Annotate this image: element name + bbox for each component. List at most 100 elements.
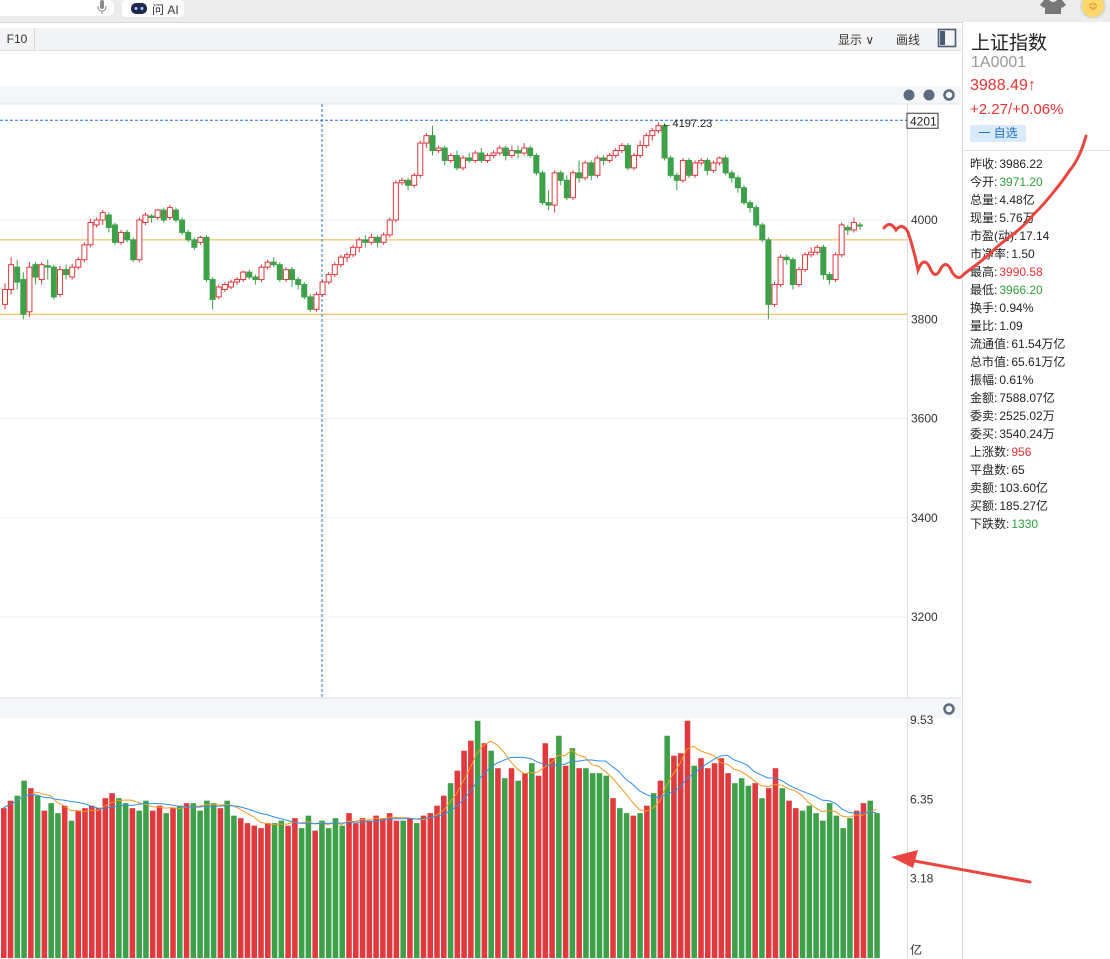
candle-body — [637, 145, 644, 156]
chart-toolbar: F10 显示 ∨ 画线 — [0, 28, 961, 51]
candle-body — [411, 174, 418, 186]
stat-value: 3990.58 — [999, 265, 1043, 279]
search-input[interactable] — [0, 0, 114, 16]
candle-body — [783, 256, 790, 261]
volume-bar — [420, 815, 427, 958]
stat-label: 振幅: — [970, 373, 998, 387]
panel-toggle-icon[interactable] — [937, 28, 957, 51]
volume-bar — [380, 818, 386, 958]
index-name: 上证指数 — [971, 33, 1048, 54]
stat-value: 4.48亿 — [999, 193, 1035, 207]
kline-chart[interactable]: 4000 3800 3600 3400 3200 4201 ←4197.23 9.53 6.35… — [0, 86, 961, 959]
stat-row: 量比: 1.09 — [970, 317, 1023, 334]
stat-row: 流通值: 61.54万亿 — [970, 335, 1065, 352]
candle-body — [844, 226, 851, 231]
volume-bar — [61, 805, 68, 958]
volume-bar — [7, 800, 14, 958]
candle-body — [563, 179, 570, 199]
stat-label: 金额: — [970, 391, 998, 405]
candle-body — [649, 130, 656, 137]
volume-bar — [122, 803, 129, 958]
candle-body — [148, 215, 155, 219]
volume-bar — [589, 773, 596, 958]
microphone-icon[interactable] — [97, 0, 107, 14]
stat-value: 17.14 — [1019, 229, 1050, 243]
candle-body — [515, 150, 521, 154]
stat-label: 上涨数: — [970, 445, 1010, 459]
candle-body — [551, 172, 558, 206]
volume-tick-label: 6.35 — [910, 792, 934, 806]
candle-body — [453, 154, 460, 169]
volume-bar — [366, 820, 373, 958]
volume-bar — [136, 810, 142, 958]
volume-unit-label: 亿 — [910, 942, 922, 957]
stat-row: 卖额: 103.60亿 — [970, 479, 1048, 496]
volume-bar — [671, 755, 677, 958]
candle-body — [301, 284, 308, 298]
candle-body — [698, 159, 705, 164]
candle-body — [710, 162, 717, 171]
candle-body — [240, 271, 247, 281]
volume-bar — [779, 788, 786, 958]
candle-body — [734, 177, 741, 189]
volume-bar — [28, 788, 34, 958]
volume-bar — [806, 805, 813, 958]
stat-value: 0.94% — [999, 301, 1034, 315]
volume-tick-label: 3.18 — [910, 872, 934, 886]
candle-body — [832, 254, 839, 281]
candle-body — [203, 236, 210, 281]
candle-body — [496, 147, 503, 154]
volume-bar — [244, 823, 251, 958]
candle-body — [14, 266, 21, 283]
stat-label: 委买: — [970, 427, 998, 441]
volume-bar — [386, 813, 393, 958]
stat-value: 3986.22 — [999, 157, 1043, 171]
candle-body — [795, 269, 802, 286]
volume-bar — [698, 758, 704, 958]
candle-body — [282, 269, 289, 281]
volume-bar — [116, 798, 122, 958]
candle-body — [93, 219, 100, 226]
volume-bar — [576, 768, 582, 958]
zoom-out-icon[interactable] — [923, 89, 935, 101]
volume-bar — [149, 810, 156, 958]
volume-bar — [623, 813, 630, 958]
stat-row: 总量: 4.48亿 — [970, 191, 1035, 208]
zoom-in-icon[interactable] — [903, 89, 915, 101]
volume-bar — [258, 828, 264, 958]
candle-body — [490, 152, 497, 156]
current-price: 3988.49↑ — [970, 77, 1036, 94]
draw-line-button[interactable]: 画线 — [896, 31, 920, 48]
f10-button[interactable]: F10 — [0, 28, 35, 50]
stat-row: 委卖: 2525.02万 — [970, 407, 1055, 424]
volume-bar — [265, 823, 271, 958]
candle-body — [63, 269, 70, 276]
volume-bar — [759, 798, 765, 958]
candle-body — [576, 172, 583, 179]
candle-body — [362, 239, 369, 243]
volume-bar — [549, 758, 555, 958]
candle-body — [69, 266, 76, 278]
volume-bar — [177, 805, 183, 958]
candle-body — [124, 231, 131, 241]
display-menu-button[interactable]: 显示 ∨ — [838, 31, 874, 48]
candle-body — [26, 266, 33, 313]
stat-row: 现量: 5.76万 — [970, 209, 1035, 226]
volume-bar — [644, 805, 650, 958]
volume-bar — [41, 810, 48, 958]
candle-body — [270, 261, 277, 266]
volume-bar — [183, 803, 190, 958]
ask-ai-button[interactable]: 问 AI — [122, 0, 184, 17]
volume-bar — [109, 793, 115, 958]
candle-body — [50, 266, 57, 298]
shirt-icon[interactable] — [1040, 0, 1066, 19]
price-tick-label: 3200 — [911, 610, 938, 624]
candle-body — [319, 281, 326, 295]
volume-bar — [745, 785, 752, 958]
volume-bar — [786, 800, 792, 958]
add-watchlist-button[interactable]: 一 自选 — [970, 125, 1026, 142]
stat-row: 平盘数: 65 — [970, 461, 1025, 478]
stat-label: 总市值: — [970, 355, 1010, 369]
volume-bar — [691, 765, 698, 958]
candle-body — [857, 224, 863, 227]
